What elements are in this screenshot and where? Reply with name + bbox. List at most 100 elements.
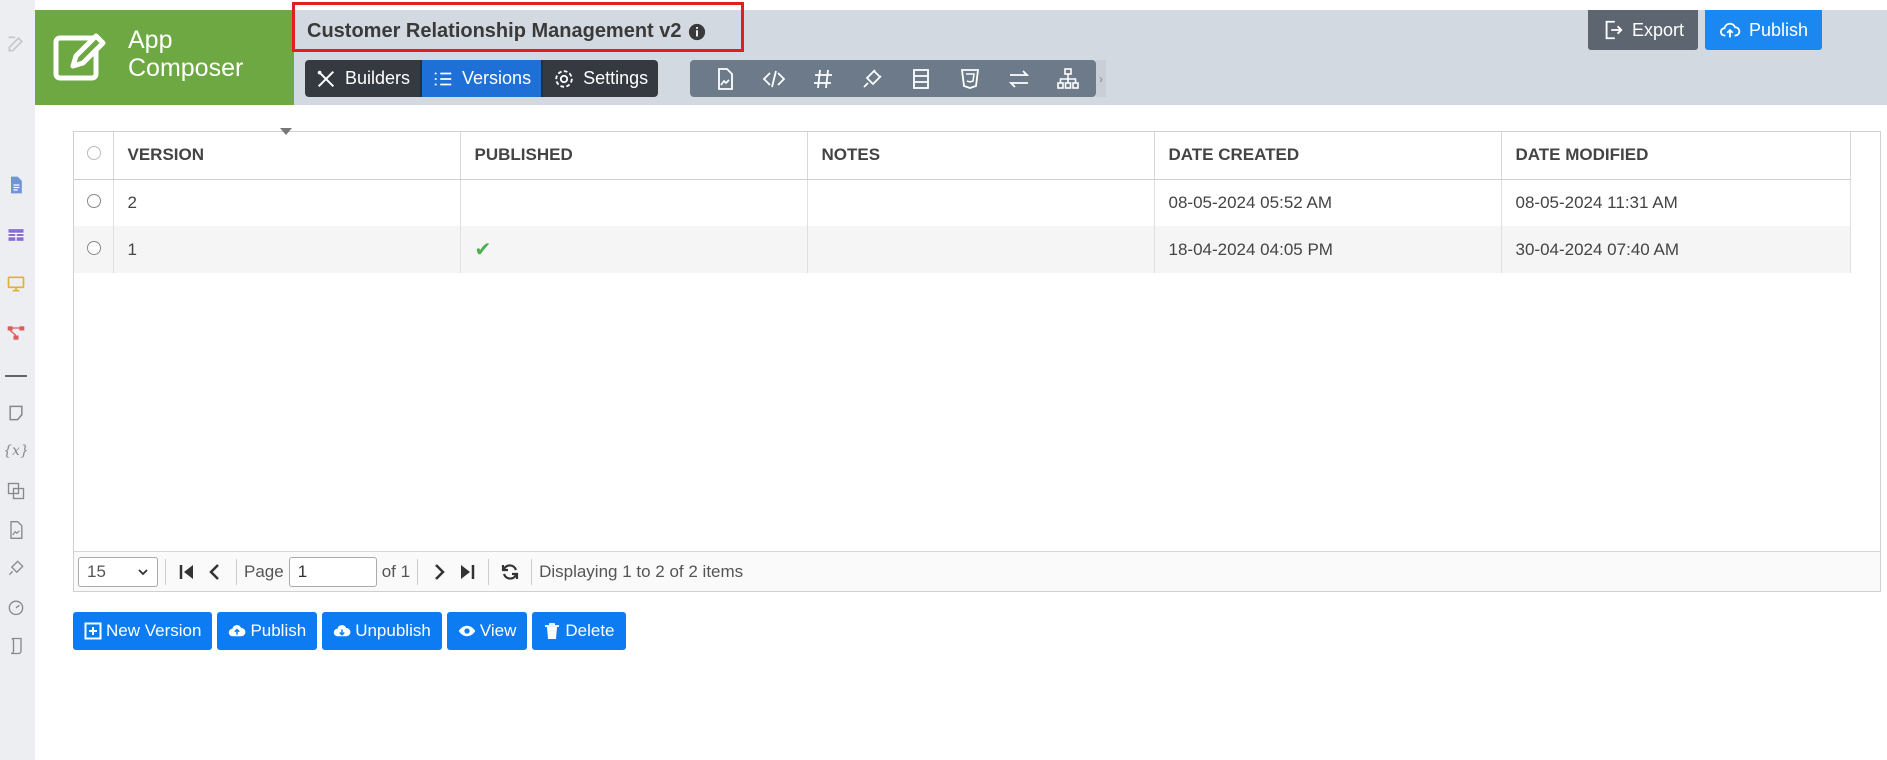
column-header-date-modified[interactable]: DATE MODIFIED — [1501, 132, 1851, 180]
table-icon[interactable] — [5, 224, 27, 246]
row-select-radio[interactable] — [74, 226, 114, 273]
dashboard-icon[interactable] — [5, 596, 27, 618]
versions-tab[interactable]: Versions — [420, 60, 544, 97]
sort-caret-icon — [280, 128, 292, 135]
new-version-button[interactable]: New Version — [73, 612, 213, 650]
column-header-notes[interactable]: NOTES — [807, 132, 1155, 180]
cell-date-created: 08-05-2024 05:52 AM — [1154, 179, 1502, 226]
app-header: App Composer Customer Relationship Manag… — [35, 2, 1887, 105]
builders-tab[interactable]: Builders — [305, 60, 420, 97]
variables-icon[interactable]: {x} — [3, 440, 29, 462]
pager-divider — [236, 558, 237, 585]
table-row[interactable]: 2 08-05-2024 05:52 AM 08-05-2024 11:31 A… — [74, 179, 1851, 226]
view-button[interactable]: View — [446, 612, 528, 650]
app-name-line1: App — [128, 26, 173, 54]
plus-square-icon — [84, 622, 102, 640]
cell-notes — [807, 226, 1155, 273]
cloud-upload-icon — [229, 625, 246, 637]
cell-published — [460, 179, 808, 226]
note-icon[interactable] — [5, 402, 27, 424]
document-icon[interactable] — [5, 174, 27, 196]
last-page-icon[interactable] — [456, 561, 478, 583]
html5-icon[interactable] — [945, 60, 994, 97]
page-number-input[interactable] — [288, 556, 377, 587]
pager-summary: Displaying 1 to 2 of 2 items — [539, 561, 744, 581]
view-label: View — [479, 621, 517, 640]
unpublish-label: Unpublish — [355, 621, 431, 640]
publish-label: Publish — [250, 621, 307, 640]
refresh-icon[interactable] — [499, 561, 521, 583]
cloud-download-icon — [333, 625, 351, 637]
delete-button[interactable]: Delete — [532, 612, 626, 650]
page-label: Page — [244, 561, 284, 581]
eye-icon — [458, 625, 476, 637]
page-size-select[interactable]: 15 — [78, 556, 158, 587]
export-icon — [1605, 20, 1623, 40]
pager-divider — [417, 558, 419, 585]
unpublish-button[interactable]: Unpublish — [322, 612, 442, 650]
view-switcher: Builders Versions Settings — [305, 60, 659, 97]
page-size-value: 15 — [87, 561, 106, 581]
sitemap-icon[interactable] — [1043, 60, 1092, 97]
settings-label: Settings — [583, 68, 649, 88]
cell-version: 1 — [113, 226, 461, 273]
left-rail: {x} — [0, 0, 35, 760]
row-select-radio[interactable] — [74, 179, 114, 226]
plugin-icon[interactable] — [847, 60, 896, 97]
settings-tab[interactable]: Settings — [543, 60, 658, 97]
image-file-icon[interactable] — [5, 519, 27, 541]
image-file-icon[interactable] — [700, 60, 749, 97]
app-name: App Composer — [128, 26, 243, 82]
rail-divider — [5, 375, 27, 377]
edit-icon[interactable] — [5, 33, 27, 55]
first-page-icon[interactable] — [176, 561, 198, 583]
trash-icon — [545, 623, 560, 639]
info-icon[interactable] — [688, 23, 706, 41]
page-title-text: Customer Relationship Management v2 — [307, 20, 682, 42]
edit-icon — [51, 28, 111, 88]
pager-divider — [531, 558, 533, 585]
pager-divider — [488, 558, 490, 585]
list-icon — [434, 72, 452, 85]
transfer-icon[interactable] — [994, 60, 1043, 97]
previous-page-icon[interactable] — [204, 561, 226, 583]
app-logo[interactable]: App Composer — [35, 10, 294, 105]
gear-icon — [555, 69, 573, 88]
cell-notes — [807, 179, 1155, 226]
publish-header-button[interactable]: Publish — [1705, 10, 1823, 50]
export-button[interactable]: Export — [1588, 10, 1699, 50]
workflow-icon[interactable] — [5, 322, 27, 344]
page-count-label: of 1 — [381, 561, 411, 581]
column-header-date-created[interactable]: DATE CREATED — [1154, 132, 1502, 180]
cell-date-modified: 30-04-2024 07:40 AM — [1501, 226, 1851, 273]
layout-rows-icon[interactable] — [896, 60, 945, 97]
table-header-row: VERSION PUBLISHED NOTES DATE CREATED DAT… — [74, 132, 1851, 180]
versions-grid: VERSION PUBLISHED NOTES DATE CREATED DAT… — [73, 128, 1881, 592]
code-icon[interactable] — [749, 60, 798, 97]
grid-pager: 15 Page of 1 Displaying 1 to 2 of 2 item… — [74, 551, 1880, 591]
tools-icon — [317, 70, 335, 87]
cell-date-created: 18-04-2024 04:05 PM — [1154, 226, 1502, 273]
publish-button[interactable]: Publish — [217, 612, 318, 650]
next-page-icon[interactable] — [428, 561, 450, 583]
publish-header-label: Publish — [1749, 19, 1809, 40]
table-row[interactable]: 1 ✔ 18-04-2024 04:05 PM 30-04-2024 07:40… — [74, 226, 1851, 273]
export-label: Export — [1632, 19, 1685, 40]
pager-divider — [165, 558, 166, 585]
versions-table: VERSION PUBLISHED NOTES DATE CREATED DAT… — [74, 132, 1851, 273]
translate-icon[interactable] — [5, 480, 27, 502]
builder-toolbar: › — [690, 60, 1106, 97]
plugin-icon[interactable] — [5, 557, 27, 579]
column-header-published[interactable]: PUBLISHED — [460, 132, 808, 180]
column-header-version[interactable]: VERSION — [113, 132, 461, 180]
app-name-line2: Composer — [128, 54, 244, 82]
cell-date-modified: 08-05-2024 11:31 AM — [1501, 179, 1851, 226]
hash-icon[interactable] — [798, 60, 847, 97]
select-all-radio[interactable] — [74, 132, 114, 180]
builders-label: Builders — [345, 68, 411, 88]
grid-actions: New Version Publish Unpublish View Delet… — [73, 612, 626, 650]
monitor-icon[interactable] — [5, 273, 27, 295]
toolbar-scroll-right[interactable]: › — [1096, 60, 1106, 97]
script-icon[interactable] — [5, 635, 27, 657]
page-title: Customer Relationship Management v2 — [307, 20, 706, 43]
